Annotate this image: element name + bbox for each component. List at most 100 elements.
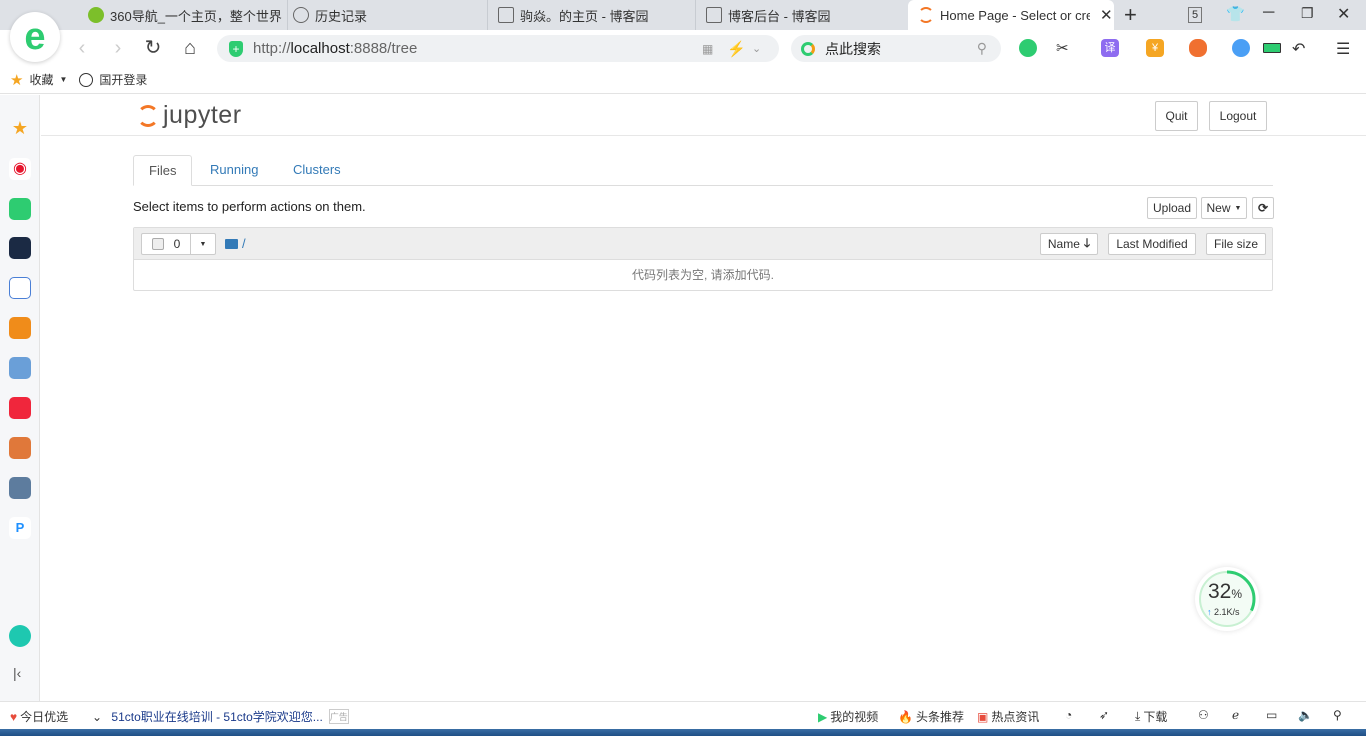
- selection-hint: Select items to perform actions on them.: [133, 199, 366, 214]
- sort-file-size-button[interactable]: File size: [1206, 233, 1266, 255]
- news-app-icon[interactable]: [9, 237, 31, 259]
- notebook-list-header: 0 ▼ / Name 🡓 Last Modified File size: [134, 228, 1272, 260]
- caret-down-icon[interactable]: ▼: [59, 75, 67, 84]
- arrow-up-icon: ↑: [1207, 607, 1212, 617]
- bookmark-favorites[interactable]: 收藏: [29, 71, 53, 88]
- volume-icon[interactable]: 🔈: [1298, 708, 1313, 722]
- tab-running[interactable]: Running: [195, 155, 273, 186]
- clock-icon: [293, 7, 309, 23]
- new-dropdown-button[interactable]: New ▼: [1201, 197, 1247, 219]
- security-shield-icon: +: [229, 40, 243, 57]
- game-app-2-icon[interactable]: [9, 437, 31, 459]
- glasses-icon[interactable]: ⚇: [1198, 708, 1209, 722]
- battery-icon[interactable]: [1263, 43, 1281, 53]
- address-bar[interactable]: + http://localhost:8888/tree ▦ ⚡ ⌄: [217, 35, 779, 62]
- chevron-down-icon[interactable]: ⌄: [752, 42, 761, 55]
- browser-status-bar: ♥ 今日优选 ⌄ 51cto职业在线培训 - 51cto学院欢迎您... 广告 ▶ 我…: [0, 701, 1366, 729]
- skin-icon[interactable]: 👕: [1226, 5, 1245, 23]
- headline-recommend[interactable]: 🔥 头条推荐: [898, 708, 964, 725]
- network-speed: ↑ 2.1K/s: [1207, 607, 1240, 617]
- tab-files[interactable]: Files: [133, 155, 193, 186]
- search-engine-icon[interactable]: [801, 41, 815, 56]
- jupyter-logo[interactable]: jupyter: [137, 101, 242, 130]
- browser-tab-360[interactable]: 360导航_一个主页，整个世界: [78, 0, 288, 30]
- tab-count-badge[interactable]: 5: [1188, 7, 1202, 23]
- qr-code-icon[interactable]: ▦: [702, 42, 713, 56]
- ie-mode-icon[interactable]: ℯ: [1232, 708, 1239, 722]
- star-icon: ★: [10, 71, 24, 89]
- browser-logo[interactable]: e: [10, 12, 60, 62]
- game-app-3-icon[interactable]: [9, 477, 31, 499]
- new-tab-icon[interactable]: +: [1124, 2, 1137, 28]
- rocket-icon[interactable]: ➶: [1099, 708, 1109, 722]
- today-picks[interactable]: ♥ 今日优选: [10, 708, 68, 725]
- add-app-icon[interactable]: [9, 625, 31, 647]
- upload-button[interactable]: Upload: [1147, 197, 1197, 219]
- selection-dropdown[interactable]: ▼: [190, 233, 216, 255]
- word-doc-icon[interactable]: [9, 277, 31, 299]
- novel-app-icon[interactable]: [9, 317, 31, 339]
- folder-icon[interactable]: [225, 238, 238, 249]
- browser-tab-blog-admin[interactable]: 博客后台 - 博客园: [696, 0, 906, 30]
- p-app-icon[interactable]: P: [9, 517, 31, 539]
- browser-tab-blog-home[interactable]: 驹焱。的主页 - 博客园: [488, 0, 696, 30]
- speedup-icon[interactable]: ◔: [1065, 708, 1072, 722]
- browser-tab-jupyter[interactable]: Home Page - Select or create a notebook✕: [908, 0, 1114, 30]
- network-speed-widget[interactable]: 32% ↑ 2.1K/s: [1195, 567, 1259, 631]
- refresh-button[interactable]: ⟳: [1252, 197, 1274, 219]
- news-ticker[interactable]: ⌄ 51cto职业在线培训 - 51cto学院欢迎您... 广告: [92, 708, 349, 725]
- download-button[interactable]: ⤓ 下载: [1135, 708, 1167, 725]
- jupyter-header: jupyter Quit Logout: [41, 95, 1366, 136]
- undo-icon[interactable]: ↶: [1292, 39, 1310, 58]
- jupyter-logo-icon: [137, 104, 159, 127]
- xiaohongshu-icon[interactable]: [9, 397, 31, 419]
- browser-sidebar: ★ ◉ P |‹: [0, 95, 40, 701]
- apps-icon[interactable]: [1232, 39, 1250, 57]
- speed-mode-icon[interactable]: ⚡: [727, 40, 746, 58]
- search-icon[interactable]: ⚲: [977, 40, 987, 57]
- jupyter-tabs: Files Running Clusters: [133, 155, 1273, 186]
- home-icon[interactable]: ⌂: [178, 36, 202, 60]
- checkbox-icon: [151, 238, 164, 250]
- news-icon: ▣: [977, 709, 989, 724]
- game-app-icon[interactable]: [9, 357, 31, 379]
- collapse-sidebar-icon[interactable]: |‹: [13, 665, 21, 681]
- quit-button[interactable]: Quit: [1155, 101, 1198, 131]
- logout-button[interactable]: Logout: [1209, 101, 1267, 131]
- reader-icon[interactable]: [1019, 39, 1037, 57]
- game-icon[interactable]: [1189, 39, 1207, 57]
- favorites-star-icon[interactable]: ★: [9, 117, 31, 139]
- forward-icon[interactable]: ›: [106, 36, 130, 60]
- video-icon: ▶: [818, 709, 828, 724]
- reload-icon[interactable]: ↻: [141, 36, 165, 60]
- scissors-icon[interactable]: ✂: [1056, 39, 1074, 57]
- network-percent: 32%: [1208, 580, 1243, 603]
- download-icon: ⤓: [1135, 709, 1141, 723]
- weibo-icon[interactable]: ◉: [9, 158, 31, 180]
- hot-news[interactable]: ▣ 热点资讯: [977, 708, 1039, 725]
- shield-money-icon[interactable]: ¥: [1146, 39, 1164, 57]
- tab-clusters[interactable]: Clusters: [278, 155, 356, 186]
- breadcrumb-root[interactable]: /: [242, 236, 246, 251]
- caret-down-icon: ▼: [199, 240, 207, 248]
- sort-name-button[interactable]: Name 🡓: [1040, 233, 1098, 255]
- zoom-search-icon[interactable]: ⚲: [1333, 708, 1342, 722]
- refresh-icon: ⟳: [1257, 201, 1269, 215]
- window-icon[interactable]: ▭: [1266, 708, 1277, 722]
- sort-last-modified-button[interactable]: Last Modified: [1108, 233, 1196, 255]
- restore-icon[interactable]: ❐: [1301, 5, 1314, 22]
- translate-icon[interactable]: 译: [1101, 39, 1119, 57]
- browser-tab-history[interactable]: 历史记录: [283, 0, 488, 30]
- close-tab-icon[interactable]: ✕: [1100, 6, 1113, 24]
- browser-tab-bar: e 360导航_一个主页，整个世界 历史记录 驹焱。的主页 - 博客园 博客后台…: [0, 0, 1366, 62]
- minimize-icon[interactable]: ─: [1263, 4, 1274, 22]
- mail-icon[interactable]: [9, 198, 31, 220]
- my-videos[interactable]: ▶ 我的视频: [818, 708, 878, 725]
- bookmark-guokai[interactable]: 国开登录: [99, 71, 147, 88]
- back-icon[interactable]: ‹: [70, 36, 94, 60]
- menu-icon[interactable]: ☰: [1336, 39, 1354, 58]
- cnblogs-icon: [498, 7, 514, 23]
- close-window-icon[interactable]: ✕: [1337, 4, 1350, 24]
- select-all-checkbox[interactable]: 0: [141, 233, 191, 255]
- search-box[interactable]: 点此搜索 ⚲: [791, 35, 1001, 62]
